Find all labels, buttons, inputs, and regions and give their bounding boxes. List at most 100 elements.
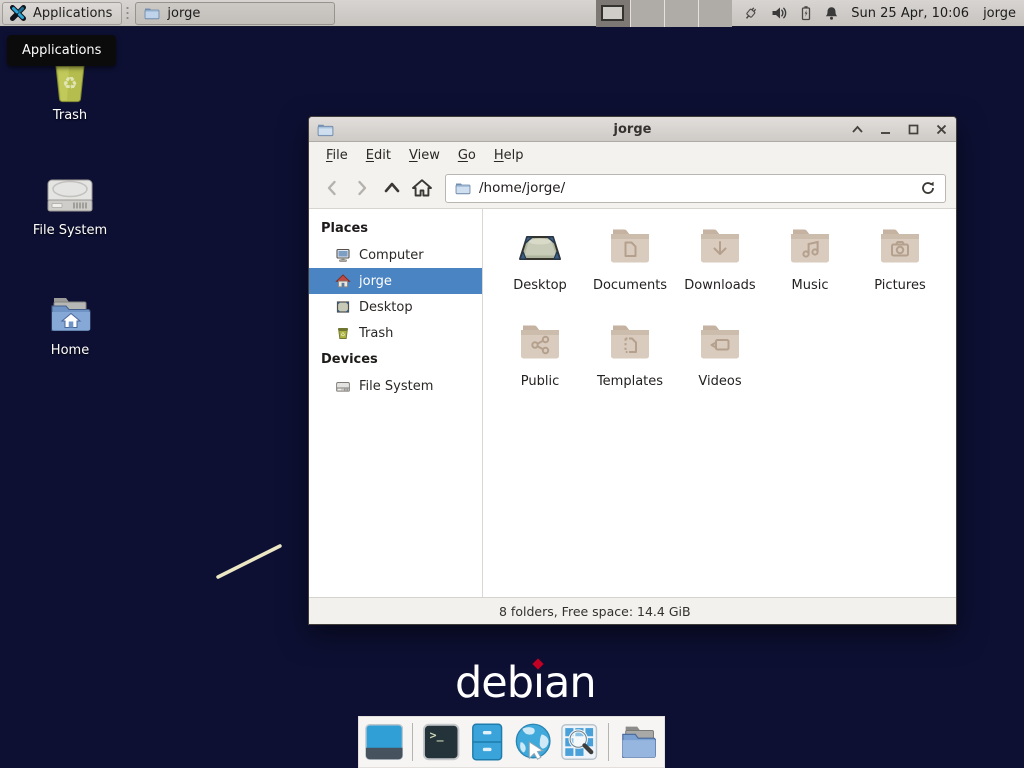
workspace-2[interactable] bbox=[630, 0, 664, 27]
up-button[interactable] bbox=[377, 173, 407, 203]
menu-go[interactable]: Go bbox=[449, 144, 485, 167]
battery-icon[interactable] bbox=[799, 5, 813, 21]
sidebar-item-label: Trash bbox=[359, 326, 393, 341]
trash-icon: ♻ bbox=[335, 325, 351, 341]
web-browser-icon[interactable] bbox=[513, 722, 553, 762]
sidebar-item-label: Desktop bbox=[359, 300, 413, 315]
folder-item-pictures[interactable]: Pictures bbox=[855, 222, 945, 318]
statusbar: 8 folders, Free space: 14.4 GiB bbox=[309, 597, 956, 624]
system-tray bbox=[742, 5, 839, 21]
music-folder-icon bbox=[786, 222, 834, 270]
applications-tooltip: Applications bbox=[7, 35, 116, 66]
close-button[interactable] bbox=[935, 124, 948, 135]
folder-item-videos[interactable]: Videos bbox=[675, 318, 765, 414]
taskbar-window-button[interactable]: jorge bbox=[135, 2, 335, 25]
desktop-icon-filesystem[interactable]: File System bbox=[15, 170, 125, 238]
location-bar[interactable]: /home/jorge/ bbox=[445, 174, 946, 203]
workspace-4[interactable] bbox=[698, 0, 732, 27]
desktop-icon-label: Trash bbox=[15, 108, 125, 123]
sidebar-item-file-system[interactable]: File System bbox=[309, 373, 482, 399]
downloads-folder-icon bbox=[696, 222, 744, 270]
file-manager-window: jorge File Edit View Go Help bbox=[308, 116, 957, 625]
desktop-icon-home[interactable]: Home bbox=[15, 290, 125, 358]
minimize-button[interactable] bbox=[879, 124, 892, 135]
panel-clock[interactable]: Sun 25 Apr, 10:06 bbox=[851, 6, 969, 21]
applications-menu-label: Applications bbox=[33, 6, 112, 21]
file-manager-icon[interactable] bbox=[468, 722, 506, 762]
dock: >_ bbox=[358, 716, 665, 768]
folder-item-downloads[interactable]: Downloads bbox=[675, 222, 765, 318]
notification-bell-icon[interactable] bbox=[824, 5, 839, 21]
folder-icon bbox=[144, 6, 160, 20]
menubar: File Edit View Go Help bbox=[309, 142, 956, 168]
home-button[interactable] bbox=[407, 173, 437, 203]
sidebar-header-devices: Devices bbox=[309, 346, 482, 373]
folder-view[interactable]: Desktop Documents bbox=[483, 209, 956, 597]
window-titlebar[interactable]: jorge bbox=[309, 117, 956, 142]
workspace-1[interactable] bbox=[596, 0, 630, 27]
folder-icon bbox=[455, 181, 471, 195]
menu-edit[interactable]: Edit bbox=[357, 144, 400, 167]
home-folder-icon bbox=[46, 290, 94, 338]
computer-icon bbox=[335, 247, 351, 263]
dock-separator bbox=[412, 723, 413, 761]
dock-separator bbox=[608, 723, 609, 761]
sidebar-item-label: File System bbox=[359, 379, 433, 394]
pictures-folder-icon bbox=[876, 222, 924, 270]
volume-icon[interactable] bbox=[771, 5, 788, 21]
menu-help[interactable]: Help bbox=[485, 144, 533, 167]
sidebar-item-label: jorge bbox=[359, 274, 392, 289]
folder-icon[interactable] bbox=[618, 722, 658, 762]
status-text: 8 folders, Free space: 14.4 GiB bbox=[499, 604, 691, 619]
hard-drive-icon bbox=[335, 378, 351, 394]
forward-button[interactable] bbox=[347, 173, 377, 203]
panel-handle bbox=[124, 4, 131, 22]
workspace-3[interactable] bbox=[664, 0, 698, 27]
sidebar-item-label: Computer bbox=[359, 248, 424, 263]
reload-icon[interactable] bbox=[920, 180, 936, 196]
top-panel: Applications jorge bbox=[0, 0, 1024, 27]
menu-file[interactable]: File bbox=[317, 144, 357, 167]
folder-item-templates[interactable]: Templates bbox=[585, 318, 675, 414]
documents-folder-icon bbox=[606, 222, 654, 270]
workspace-window-preview bbox=[601, 5, 624, 21]
templates-folder-icon bbox=[606, 318, 654, 366]
svg-text:>_: >_ bbox=[430, 728, 444, 743]
terminal-icon[interactable]: >_ bbox=[422, 722, 460, 762]
sidebar-item-jorge[interactable]: jorge bbox=[309, 268, 482, 294]
folder-item-documents[interactable]: Documents bbox=[585, 222, 675, 318]
sidebar-item-computer[interactable]: Computer bbox=[309, 242, 482, 268]
videos-folder-icon bbox=[696, 318, 744, 366]
workspace-switcher bbox=[596, 0, 732, 27]
folder-item-desktop[interactable]: Desktop bbox=[495, 222, 585, 318]
path-text[interactable]: /home/jorge/ bbox=[479, 180, 912, 196]
svg-text:♻: ♻ bbox=[62, 74, 77, 94]
desktop-icon-label: Home bbox=[15, 343, 125, 358]
sidebar-item-trash[interactable]: ♻ Trash bbox=[309, 320, 482, 346]
public-folder-icon bbox=[516, 318, 564, 366]
shade-button[interactable] bbox=[851, 124, 864, 135]
svg-text:♻: ♻ bbox=[341, 332, 346, 338]
panel-username[interactable]: jorge bbox=[983, 6, 1016, 21]
xfce-logo-icon bbox=[9, 4, 27, 22]
app-finder-icon[interactable] bbox=[560, 722, 598, 762]
desktop-icon bbox=[335, 299, 351, 315]
menu-view[interactable]: View bbox=[400, 144, 449, 167]
hard-drive-icon bbox=[42, 170, 98, 218]
taskbar-window-label: jorge bbox=[167, 6, 200, 21]
back-button[interactable] bbox=[317, 173, 347, 203]
sidebar-item-desktop[interactable]: Desktop bbox=[309, 294, 482, 320]
sidebar-header-places: Places bbox=[309, 215, 482, 242]
show-desktop-icon[interactable] bbox=[365, 722, 403, 762]
debian-wordmark: debıan bbox=[455, 658, 596, 708]
sidebar: Places Computer jorge bbox=[309, 209, 483, 597]
folder-item-music[interactable]: Music bbox=[765, 222, 855, 318]
network-plug-icon[interactable] bbox=[742, 5, 760, 21]
toolbar: /home/jorge/ bbox=[309, 168, 956, 209]
home-icon bbox=[335, 273, 351, 289]
desktop-special-icon bbox=[516, 222, 564, 270]
folder-item-public[interactable]: Public bbox=[495, 318, 585, 414]
desktop-icon-label: File System bbox=[15, 223, 125, 238]
applications-menu-button[interactable]: Applications bbox=[2, 2, 122, 25]
maximize-button[interactable] bbox=[907, 124, 920, 135]
